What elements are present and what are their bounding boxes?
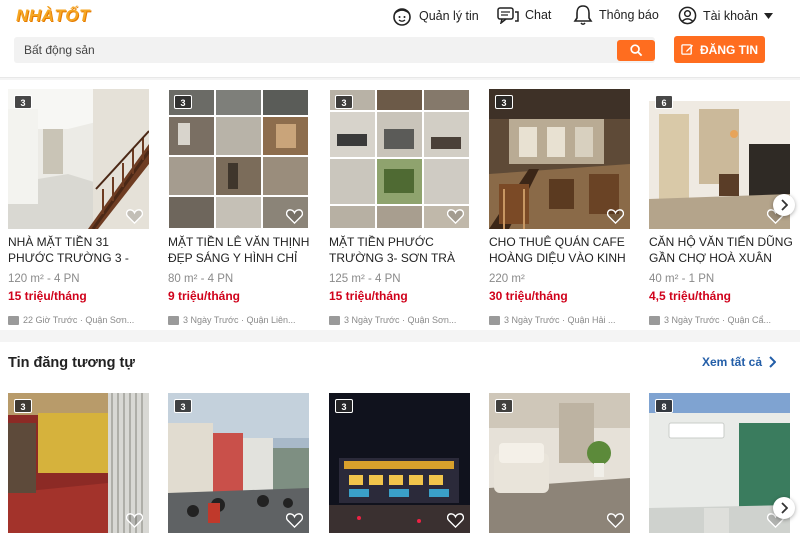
nav-notifications-label: Thông báo (599, 8, 659, 22)
listing-meta: 3 Ngày Trước · Quận Sơn... (329, 315, 470, 325)
photo-count-badge: 3 (174, 399, 192, 413)
similar-carousel-next-button[interactable] (773, 497, 795, 519)
listing-price: 9 triệu/tháng (168, 289, 241, 303)
section-title: Tin đăng tương tự (8, 355, 135, 371)
listing-title[interactable]: CĂN HỘ VĂN TIẾN DŨNG GẦN CHỢ HOÀ XUÂN (649, 234, 799, 266)
listing-photo[interactable]: 3 (329, 89, 470, 229)
listing-spec: 220 m² (489, 273, 525, 285)
listing-title[interactable]: CHO THUÊ QUÁN CAFE HOÀNG DIỆU VÀO KINH (489, 234, 639, 266)
heart-icon[interactable] (607, 209, 624, 224)
listing-photo[interactable]: 8 (649, 393, 790, 533)
carousel-next-button[interactable] (773, 194, 795, 216)
listing-price: 4,5 triệu/tháng (649, 289, 732, 303)
photo-count-badge: 3 (495, 399, 513, 413)
heart-icon[interactable] (447, 209, 464, 224)
photo-count-badge: 3 (14, 399, 32, 413)
listing-photo[interactable]: 3 (8, 393, 149, 533)
listing-meta-text: 22 Giờ Trước · Quận Sơn... (23, 315, 135, 325)
heart-icon[interactable] (126, 513, 143, 528)
listing-photo[interactable]: 3 (168, 89, 309, 229)
listing-price: 15 triệu/tháng (8, 289, 87, 303)
shop-icon (8, 315, 19, 325)
listing-carousel: 3 NHÀ MẶT TIỀN 31 PHƯỚC TRƯỜNG 3 - GẦN B… (0, 80, 800, 330)
chevron-right-icon (769, 356, 777, 368)
nav-manage-listings[interactable]: Quản lý tin (391, 6, 479, 26)
similar-listings-section: Tin đăng tương tự Xem tất cả 3 3 3 3 8 (0, 342, 800, 534)
listing-meta: 3 Ngày Trước · Quận Cẩ... (649, 315, 790, 325)
listing-meta: 22 Giờ Trước · Quận Sơn... (8, 315, 149, 325)
nav-manage-label: Quản lý tin (419, 9, 479, 23)
heart-icon[interactable] (286, 209, 303, 224)
search-input[interactable] (14, 37, 614, 63)
nav-account-label: Tài khoản (703, 8, 758, 23)
chat-icon (497, 7, 519, 24)
heart-icon[interactable] (607, 513, 624, 528)
photo-count-badge: 3 (335, 399, 353, 413)
site-logo[interactable]: NHÀTỐT (16, 6, 90, 26)
listing-title[interactable]: MẶT TIỀN LÊ VĂN THỊNH ĐẸP SÁNG Y HÌNH CH… (168, 234, 318, 266)
heart-icon[interactable] (126, 209, 143, 224)
top-header: NHÀTỐT Quản lý tin Chat Thông báo Tài kh… (0, 0, 800, 78)
post-listing-button[interactable]: ĐĂNG TIN (674, 36, 765, 63)
search-bar (14, 37, 655, 63)
chevron-right-icon (781, 199, 788, 211)
photo-count-badge: 6 (655, 95, 673, 109)
listing-photo[interactable]: 3 (8, 89, 149, 229)
listing-title[interactable]: NHÀ MẶT TIỀN 31 PHƯỚC TRƯỜNG 3 - GẦN BIỂ… (8, 234, 158, 266)
listing-meta-text: 3 Ngày Trước · Quận Cẩ... (664, 315, 771, 325)
search-icon (629, 44, 642, 57)
listing-photo[interactable]: 6 (649, 89, 790, 229)
post-listing-label: ĐĂNG TIN (700, 42, 758, 57)
listing-spec: 40 m² - 1 PN (649, 273, 715, 285)
nav-notifications[interactable]: Thông báo (573, 4, 659, 26)
heart-icon[interactable] (447, 513, 464, 528)
listing-meta: 3 Ngày Trước · Quận Hải ... (489, 315, 630, 325)
listing-spec: 80 m² - 4 PN (168, 273, 234, 285)
listing-spec: 125 m² - 4 PN (329, 273, 401, 285)
listing-price: 15 triệu/tháng (329, 289, 408, 303)
nav-chat[interactable]: Chat (497, 6, 551, 24)
caret-down-icon (763, 12, 773, 19)
photo-count-badge: 8 (655, 399, 673, 413)
photo-count-badge: 3 (174, 95, 192, 109)
see-all-link[interactable]: Xem tất cả (702, 355, 777, 369)
listing-photo[interactable]: 3 (168, 393, 309, 533)
edit-icon (681, 44, 694, 55)
shop-icon (329, 315, 340, 325)
listing-price: 30 triệu/tháng (489, 289, 568, 303)
user-manage-icon (393, 8, 411, 26)
photo-count-badge: 3 (495, 95, 513, 109)
shop-icon (168, 315, 179, 325)
listing-meta-text: 3 Ngày Trước · Quận Sơn... (344, 315, 457, 325)
shop-icon (489, 315, 500, 325)
listing-title[interactable]: MẶT TIỀN PHƯỚC TRƯỜNG 3- SƠN TRÀ (329, 234, 479, 266)
account-circle-icon (678, 6, 697, 25)
photo-count-badge: 3 (335, 95, 353, 109)
nav-chat-label: Chat (525, 8, 552, 22)
nav-account[interactable]: Tài khoản (678, 6, 773, 25)
listing-spec: 120 m² - 4 PN (8, 273, 80, 285)
listing-meta: 3 Ngày Trước · Quận Liên... (168, 315, 309, 325)
search-button[interactable] (617, 40, 655, 61)
chevron-right-icon (781, 502, 788, 514)
listing-meta-text: 3 Ngày Trước · Quận Hải ... (504, 315, 616, 325)
see-all-label: Xem tất cả (702, 355, 763, 369)
listing-photo[interactable]: 3 (489, 393, 630, 533)
shop-icon (649, 315, 660, 325)
listing-meta-text: 3 Ngày Trước · Quận Liên... (183, 315, 296, 325)
listing-photo[interactable]: 3 (329, 393, 470, 533)
heart-icon[interactable] (286, 513, 303, 528)
photo-count-badge: 3 (14, 95, 32, 109)
bell-icon (573, 5, 593, 25)
listing-photo[interactable]: 3 (489, 89, 630, 229)
